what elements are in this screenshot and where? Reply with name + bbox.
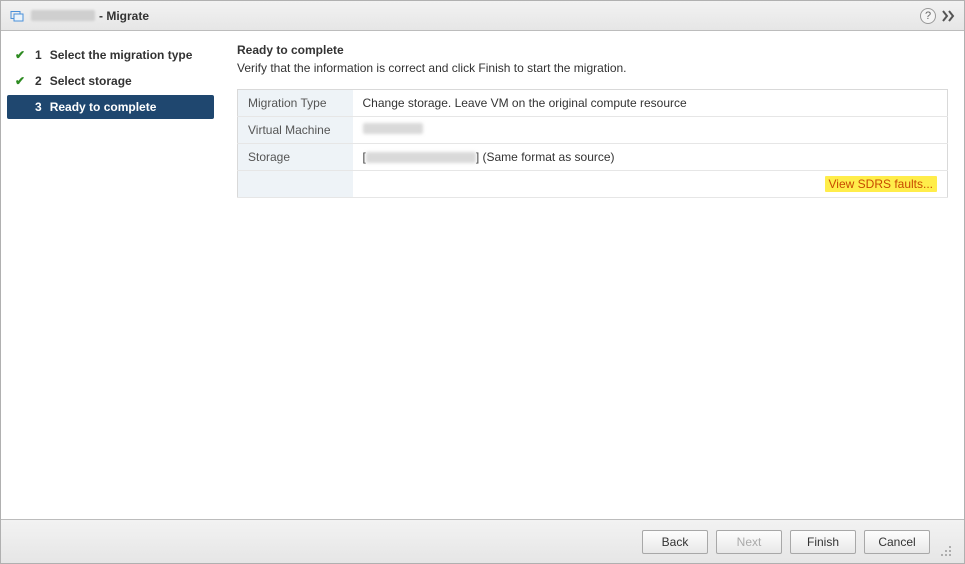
step-label: Select storage [50, 74, 132, 88]
step-label: Select the migration type [50, 48, 193, 62]
page-heading: Ready to complete [237, 43, 948, 57]
row-migration-type: Migration Type Change storage. Leave VM … [238, 90, 948, 117]
back-button[interactable]: Back [642, 530, 708, 554]
check-icon: ✔ [13, 74, 27, 88]
check-icon: ✔ [13, 48, 27, 62]
view-sdrs-faults-link[interactable]: View SDRS faults... [825, 176, 937, 192]
cell-key: Storage [238, 144, 353, 171]
vm-icon [9, 8, 25, 24]
row-sdrs: View SDRS faults... [238, 171, 948, 198]
redacted-datastore [366, 152, 476, 163]
step-number: 1 [35, 48, 42, 62]
step-ready-to-complete[interactable]: 3 Ready to complete [7, 95, 214, 119]
redacted-hostname [31, 10, 95, 21]
wizard-body: ✔ 1 Select the migration type ✔ 2 Select… [1, 31, 964, 519]
wizard-footer: Back Next Finish Cancel [1, 519, 964, 563]
row-virtual-machine: Virtual Machine [238, 117, 948, 144]
resize-grip-icon[interactable] [940, 545, 952, 560]
wizard-steps-sidebar: ✔ 1 Select the migration type ✔ 2 Select… [1, 31, 221, 519]
title-suffix: - Migrate [99, 9, 149, 23]
cell-value: [] (Same format as source) [353, 144, 948, 171]
cell-key-empty [238, 171, 353, 198]
cell-key: Virtual Machine [238, 117, 353, 144]
expand-icon[interactable] [942, 10, 956, 22]
step-label: Ready to complete [50, 100, 157, 114]
storage-suffix: ] (Same format as source) [476, 150, 615, 164]
window-title: - Migrate [31, 9, 149, 23]
cell-key: Migration Type [238, 90, 353, 117]
step-select-storage[interactable]: ✔ 2 Select storage [7, 69, 214, 93]
wizard-main-panel: Ready to complete Verify that the inform… [221, 31, 964, 519]
summary-table: Migration Type Change storage. Leave VM … [237, 89, 948, 198]
cell-value: Change storage. Leave VM on the original… [353, 90, 948, 117]
cell-sdrs: View SDRS faults... [353, 171, 948, 198]
step-select-migration-type[interactable]: ✔ 1 Select the migration type [7, 43, 214, 67]
titlebar: - Migrate ? [1, 1, 964, 31]
step-number: 2 [35, 74, 42, 88]
row-storage: Storage [] (Same format as source) [238, 144, 948, 171]
help-icon[interactable]: ? [920, 8, 936, 24]
step-number: 3 [35, 100, 42, 114]
redacted-vm-name [363, 123, 423, 134]
next-button: Next [716, 530, 782, 554]
cell-value [353, 117, 948, 144]
page-subtitle: Verify that the information is correct a… [237, 61, 948, 75]
finish-button[interactable]: Finish [790, 530, 856, 554]
cancel-button[interactable]: Cancel [864, 530, 930, 554]
